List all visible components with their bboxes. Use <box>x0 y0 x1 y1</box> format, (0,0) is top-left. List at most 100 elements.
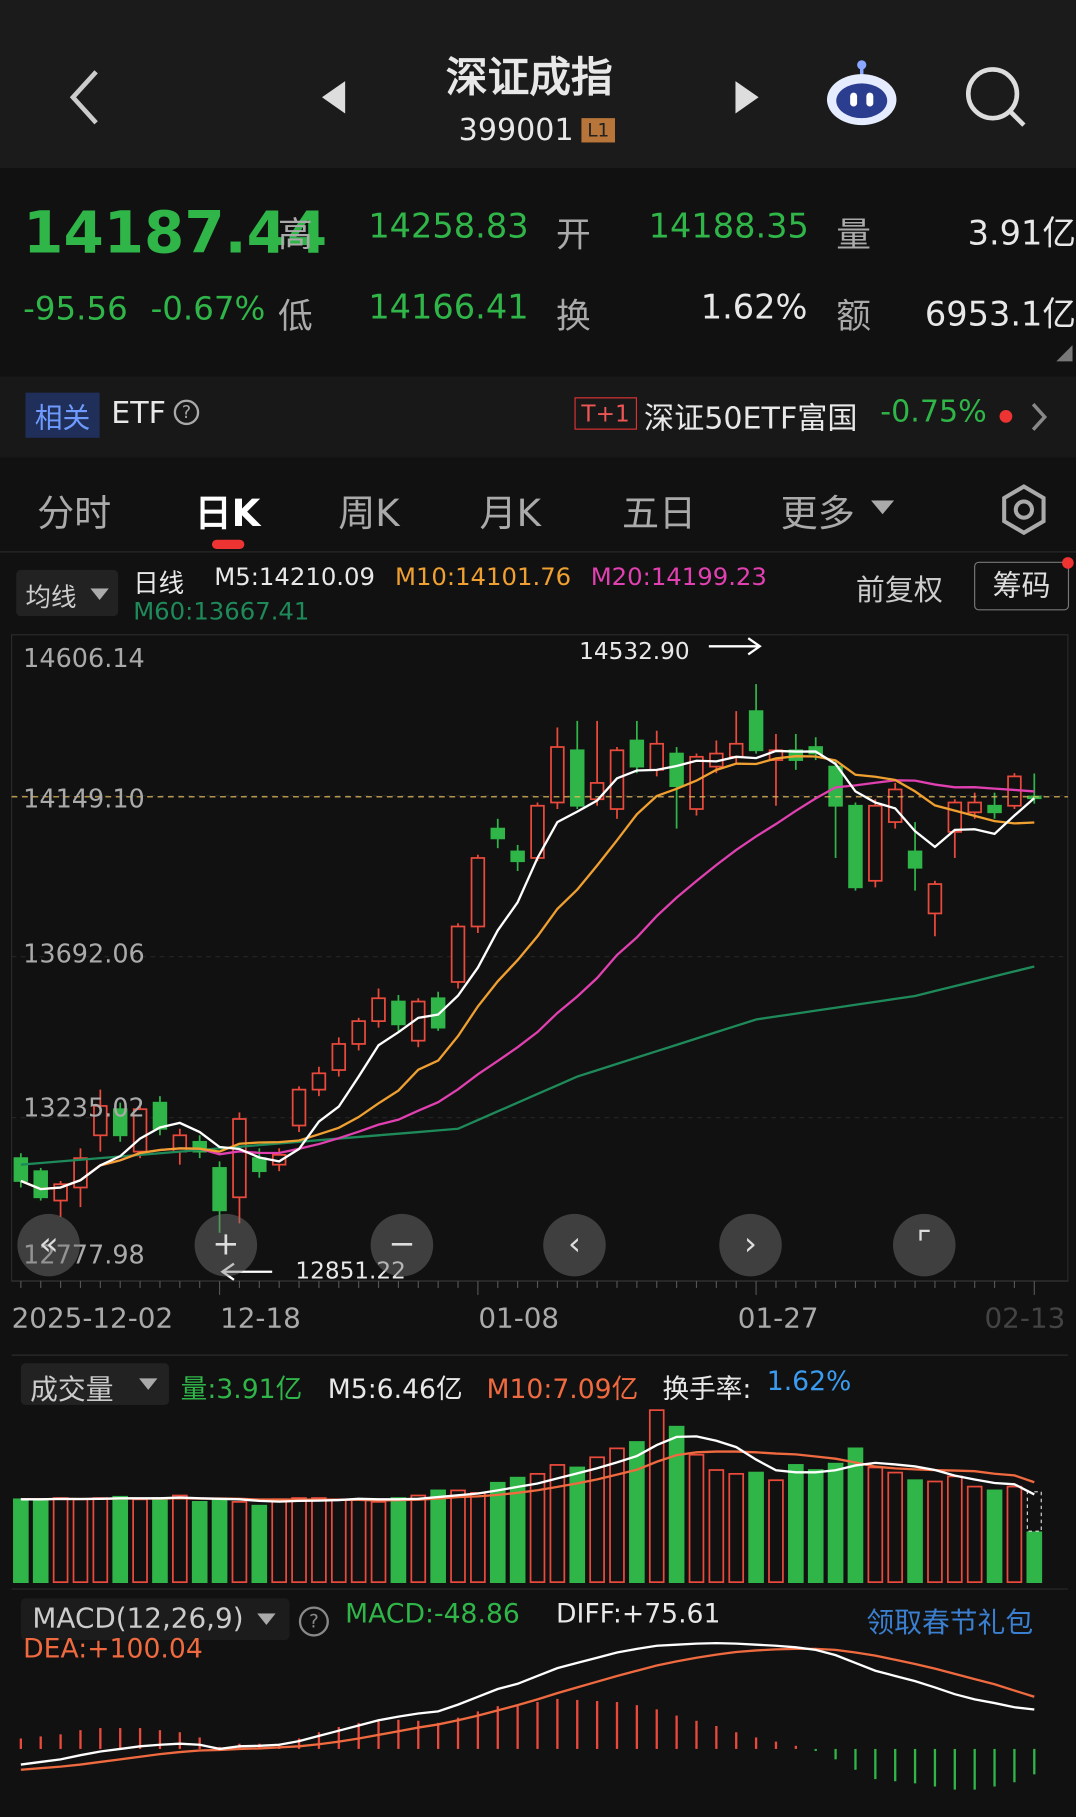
candle-up <box>927 883 943 915</box>
caret-down-icon <box>138 1378 158 1390</box>
volume-bar <box>231 1501 248 1584</box>
y-tick: 14606.14 <box>23 645 145 675</box>
candle-down <box>13 1157 29 1182</box>
volume-bar <box>470 1492 486 1584</box>
scroll-right-icon[interactable]: › <box>719 1213 782 1277</box>
candle-down <box>669 752 684 788</box>
candle-down <box>510 850 525 863</box>
turnover-rate-label: 换手率: <box>662 1374 752 1405</box>
volume-bar <box>430 1489 446 1584</box>
volume-bar <box>609 1447 625 1584</box>
candle-down <box>391 1000 406 1026</box>
volume-bar <box>350 1498 367 1584</box>
volume-bar <box>728 1472 745 1584</box>
volume-bar <box>788 1464 804 1584</box>
volume-bar <box>72 1498 89 1584</box>
candle-down <box>987 804 1002 814</box>
candle-up <box>371 997 386 1022</box>
volume-value: 量:3.91亿 <box>180 1374 303 1405</box>
volume-m5: M5:6.46亿 <box>327 1374 463 1405</box>
volume-bar <box>887 1471 904 1584</box>
volume-select-label: 成交量 <box>30 1373 114 1407</box>
candle-up <box>967 801 982 814</box>
volume-bar <box>629 1441 645 1584</box>
macd-select-label: MACD(12,26,9) <box>32 1601 244 1635</box>
volume-bar <box>1006 1485 1023 1584</box>
x-tick: 02-13 <box>984 1301 1066 1335</box>
volume-bar <box>549 1464 566 1584</box>
kline-chart[interactable] <box>0 0 1076 1817</box>
candle-down <box>212 1167 227 1212</box>
candle-down <box>748 710 764 752</box>
volume-select[interactable]: 成交量 <box>20 1363 170 1407</box>
candle-up <box>728 742 744 758</box>
scroll-left-icon[interactable]: ‹ <box>543 1213 606 1277</box>
caret-down-icon <box>257 1613 276 1625</box>
app-screen: 深证成指 399001 L1 14187.44 -95.56 -0.67% 高 … <box>0 0 1076 1817</box>
volume-bar <box>152 1497 168 1584</box>
candle-up <box>550 746 565 804</box>
spring-festival-gift-link[interactable]: 领取春节礼包 <box>866 1600 1033 1641</box>
y-tick: 13235.02 <box>23 1094 145 1124</box>
volume-bar <box>52 1497 69 1584</box>
candle-down <box>430 997 446 1029</box>
dea-line <box>20 1647 1035 1771</box>
x-tick: 01-08 <box>478 1301 560 1335</box>
volume-bar <box>946 1475 963 1584</box>
candle-up <box>947 801 963 833</box>
volume-bar <box>112 1495 129 1584</box>
candle-down <box>490 827 506 840</box>
volume-bar <box>827 1462 844 1584</box>
volume-bar <box>370 1501 387 1584</box>
volume-bar <box>172 1494 188 1584</box>
zoom-out-icon[interactable]: − <box>370 1213 434 1277</box>
volume-bar <box>768 1479 784 1584</box>
volume-bar <box>330 1498 347 1584</box>
volume-bar <box>291 1497 307 1584</box>
volume-bar <box>13 1498 29 1584</box>
zoom-in-icon[interactable]: + <box>194 1213 258 1277</box>
candle-down <box>33 1170 48 1199</box>
candle-down <box>907 850 923 869</box>
candle-up <box>649 742 664 771</box>
volume-bar <box>907 1479 923 1584</box>
volume-bar <box>668 1425 685 1584</box>
candle-down <box>629 739 645 768</box>
diff-value: DIFF:+75.61 <box>555 1599 721 1630</box>
x-tick: 01-27 <box>737 1301 819 1335</box>
candle-up <box>470 857 486 928</box>
volume-bar <box>807 1469 824 1584</box>
candle-up <box>351 1020 366 1045</box>
volume-bar <box>311 1497 327 1584</box>
volume-bar <box>986 1489 1003 1584</box>
volume-bar <box>688 1453 705 1584</box>
candle-up <box>868 804 883 882</box>
volume-bar <box>92 1497 109 1584</box>
volume-bar <box>32 1498 49 1584</box>
candle-up <box>331 1043 347 1071</box>
volume-bar <box>489 1481 506 1584</box>
y-tick: 13692.06 <box>23 940 145 970</box>
volume-bar <box>450 1489 466 1584</box>
candle-up <box>291 1088 307 1127</box>
volume-bar <box>211 1498 228 1584</box>
volume-bar <box>390 1497 407 1584</box>
volume-bar <box>251 1504 268 1584</box>
help-icon[interactable]: ? <box>298 1606 329 1637</box>
volume-bar <box>927 1480 943 1584</box>
candle-up <box>73 1157 88 1189</box>
volume-bar <box>867 1466 884 1584</box>
price-panel-frame <box>11 634 1069 1282</box>
candle-up <box>887 788 903 823</box>
rewind-icon[interactable]: « <box>17 1213 80 1277</box>
candle-up <box>232 1118 247 1199</box>
volume-bar <box>271 1498 287 1584</box>
turnover-rate-value: 1.62% <box>766 1366 852 1397</box>
volume-bar <box>589 1456 605 1584</box>
volume-m10: M10:7.09亿 <box>486 1374 639 1405</box>
fullscreen-icon[interactable]: ⌜ <box>892 1213 956 1277</box>
volume-bar <box>191 1501 208 1584</box>
dea-value: DEA:+100.04 <box>23 1634 203 1665</box>
candle-down <box>848 804 863 889</box>
volume-bar <box>708 1469 725 1584</box>
